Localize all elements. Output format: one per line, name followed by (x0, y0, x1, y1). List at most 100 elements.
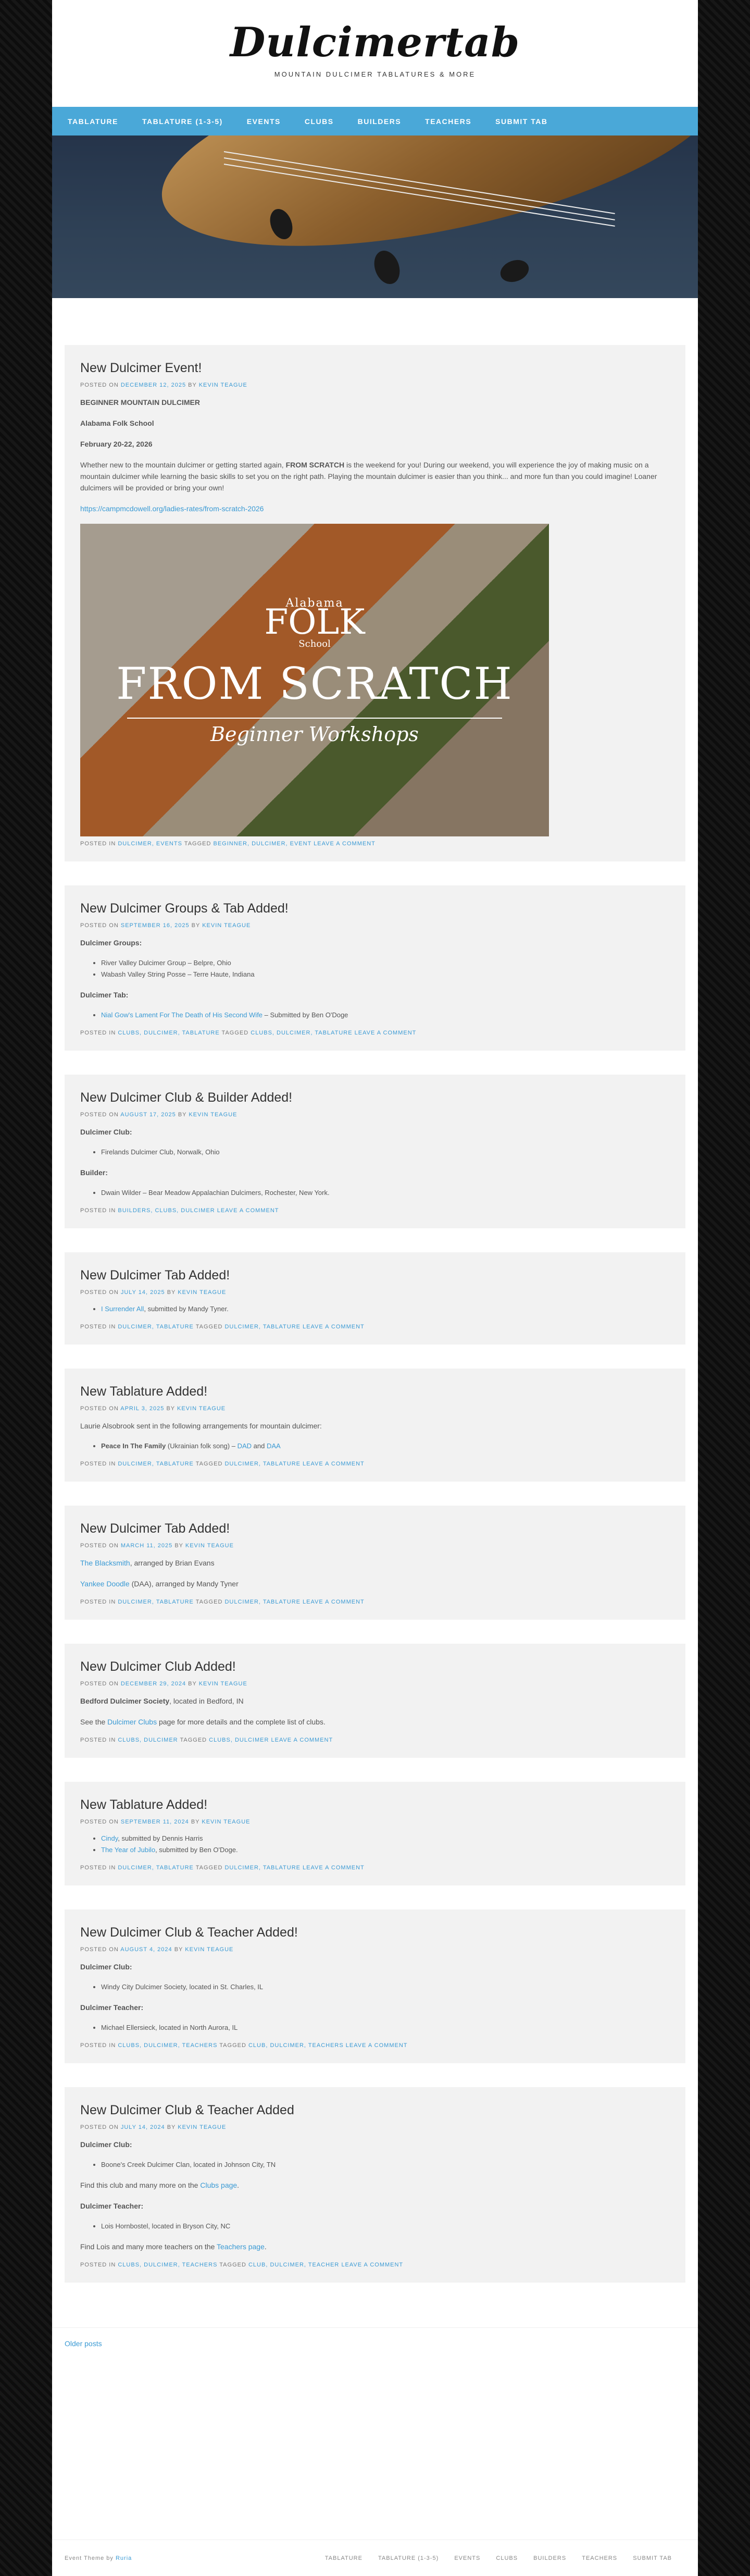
tab-link-daa[interactable]: DAA (267, 1442, 281, 1450)
footer-nav-teachers[interactable]: TEACHERS (582, 2555, 617, 2561)
leave-comment-link[interactable]: LEAVE A COMMENT (303, 1461, 365, 1467)
post-date[interactable]: MARCH 11, 2025 (121, 1543, 172, 1549)
post-meta: POSTED ON JULY 14, 2025 BY KEVIN TEAGUE (80, 1289, 670, 1296)
post-date[interactable]: JULY 14, 2024 (121, 2124, 165, 2130)
footer-nav-tablature[interactable]: TABLATURE (325, 2555, 362, 2561)
post-date[interactable]: SEPTEMBER 11, 2024 (121, 1819, 189, 1825)
post-tags[interactable]: BEGINNER, DULCIMER, EVENT (214, 841, 312, 847)
post-author[interactable]: KEVIN TEAGUE (177, 1406, 226, 1412)
post-title[interactable]: New Dulcimer Club & Builder Added! (80, 1090, 670, 1105)
leave-comment-link[interactable]: LEAVE A COMMENT (303, 1324, 365, 1330)
event-date: February 20-22, 2026 (80, 440, 153, 448)
post-title[interactable]: New Dulcimer Club Added! (80, 1659, 670, 1674)
footer-label: TAGGED (195, 1461, 223, 1467)
post-date[interactable]: SEPTEMBER 16, 2025 (121, 922, 190, 929)
older-posts-link[interactable]: Older posts (65, 2339, 102, 2348)
post-tags[interactable]: CLUBS, DULCIMER, TABLATURE (251, 1030, 352, 1036)
post-date[interactable]: AUGUST 4, 2024 (120, 1946, 172, 1953)
post-author[interactable]: KEVIN TEAGUE (185, 1543, 234, 1549)
post-tags[interactable]: CLUBS, DULCIMER (209, 1737, 269, 1743)
post-author[interactable]: KEVIN TEAGUE (202, 1819, 250, 1825)
post-categories[interactable]: CLUBS, DULCIMER, TABLATURE (118, 1030, 219, 1036)
post-author[interactable]: KEVIN TEAGUE (202, 922, 251, 929)
post-author[interactable]: KEVIN TEAGUE (189, 1112, 237, 1118)
post-categories[interactable]: DULCIMER, TABLATURE (118, 1324, 194, 1330)
post-title[interactable]: New Dulcimer Club & Teacher Added! (80, 1925, 670, 1940)
post-author[interactable]: KEVIN TEAGUE (178, 2124, 226, 2130)
tab-link[interactable]: I Surrender All (101, 1305, 144, 1313)
post-title[interactable]: New Tablature Added! (80, 1797, 670, 1813)
post-categories[interactable]: DULCIMER, EVENTS (118, 841, 182, 847)
post-date[interactable]: AUGUST 17, 2025 (120, 1112, 176, 1118)
nav-clubs[interactable]: CLUBS (305, 117, 334, 126)
post-title[interactable]: New Tablature Added! (80, 1384, 670, 1399)
post-date[interactable]: APRIL 3, 2025 (120, 1406, 164, 1412)
leave-comment-link[interactable]: LEAVE A COMMENT (217, 1207, 279, 1214)
post-author[interactable]: KEVIN TEAGUE (199, 1681, 247, 1687)
leave-comment-link[interactable]: LEAVE A COMMENT (303, 1599, 365, 1605)
credit-link[interactable]: Ruria (116, 2555, 132, 2561)
leave-comment-link[interactable]: LEAVE A COMMENT (314, 841, 376, 847)
footer-label: POSTED IN (80, 1324, 116, 1330)
post-title[interactable]: New Dulcimer Event! (80, 361, 670, 376)
post-title[interactable]: New Dulcimer Club & Teacher Added (80, 2103, 670, 2118)
post-categories[interactable]: CLUBS, DULCIMER (118, 1737, 178, 1743)
post-tags[interactable]: DULCIMER, TABLATURE (224, 1324, 301, 1330)
tab-link[interactable]: Nial Gow's Lament For The Death of His S… (101, 1011, 262, 1019)
from-scratch-image[interactable]: Alabama FOLK School FROM SCRATCH Beginne… (80, 524, 549, 836)
clubs-page-link[interactable]: Dulcimer Clubs (107, 1718, 157, 1726)
footer-nav-events[interactable]: EVENTS (454, 2555, 480, 2561)
post-title[interactable]: New Dulcimer Tab Added! (80, 1521, 670, 1536)
post-categories[interactable]: CLUBS, DULCIMER, TEACHERS (118, 2042, 217, 2049)
post-date[interactable]: DECEMBER 12, 2025 (121, 382, 186, 388)
image-divider (127, 718, 502, 719)
post-tags[interactable]: DULCIMER, TABLATURE (224, 1599, 301, 1605)
leave-comment-link[interactable]: LEAVE A COMMENT (303, 1865, 365, 1871)
nav-tablature-135[interactable]: TABLATURE (1-3-5) (142, 117, 223, 126)
post-meta: POSTED ON JULY 14, 2024 BY KEVIN TEAGUE (80, 2124, 670, 2130)
post-tags[interactable]: DULCIMER, TABLATURE (224, 1865, 301, 1871)
footer-nav-tablature-135[interactable]: TABLATURE (1-3-5) (378, 2555, 439, 2561)
post-categories[interactable]: DULCIMER, TABLATURE (118, 1865, 194, 1871)
clubs-page-link[interactable]: Clubs page (200, 2181, 237, 2189)
footer-label: TAGGED (184, 841, 211, 847)
leave-comment-link[interactable]: LEAVE A COMMENT (341, 2262, 403, 2268)
post-title[interactable]: New Dulcimer Tab Added! (80, 1268, 670, 1283)
nav-submit-tab[interactable]: SUBMIT TAB (495, 117, 547, 126)
meta-by: BY (188, 382, 197, 388)
tab-link[interactable]: Cindy (101, 1834, 118, 1842)
post-categories[interactable]: BUILDERS, CLUBS, DULCIMER (118, 1207, 215, 1214)
leave-comment-link[interactable]: LEAVE A COMMENT (355, 1030, 417, 1036)
post-date[interactable]: JULY 14, 2025 (121, 1289, 165, 1296)
site-header: Dulcimertab MOUNTAIN DULCIMER TABLATURES… (52, 0, 698, 107)
nav-tablature[interactable]: TABLATURE (68, 117, 118, 126)
footer-nav-builders[interactable]: BUILDERS (533, 2555, 566, 2561)
nav-teachers[interactable]: TEACHERS (425, 117, 471, 126)
post-author[interactable]: KEVIN TEAGUE (178, 1289, 226, 1296)
post-author[interactable]: KEVIN TEAGUE (185, 1946, 233, 1953)
post-categories[interactable]: DULCIMER, TABLATURE (118, 1599, 194, 1605)
tab-link[interactable]: The Year of Jubilo (101, 1846, 155, 1854)
nav-builders[interactable]: BUILDERS (358, 117, 402, 126)
post-tags[interactable]: DULCIMER, TABLATURE (224, 1461, 301, 1467)
post-author[interactable]: KEVIN TEAGUE (199, 382, 247, 388)
post-tags[interactable]: CLUB, DULCIMER, TEACHER (248, 2262, 339, 2268)
footer-label: TAGGED (195, 1324, 223, 1330)
footer-nav-clubs[interactable]: CLUBS (496, 2555, 518, 2561)
footer-nav-submit-tab[interactable]: SUBMIT TAB (633, 2555, 672, 2561)
event-link[interactable]: https://campmcdowell.org/ladies-rates/fr… (80, 504, 264, 513)
teachers-page-link[interactable]: Teachers page (217, 2242, 265, 2251)
post-title[interactable]: New Dulcimer Groups & Tab Added! (80, 901, 670, 916)
tab-link-dad[interactable]: DAD (238, 1442, 252, 1450)
leave-comment-link[interactable]: LEAVE A COMMENT (271, 1737, 333, 1743)
post-categories[interactable]: DULCIMER, TABLATURE (118, 1461, 194, 1467)
post-tags[interactable]: CLUB, DULCIMER, TEACHERS (248, 2042, 344, 2049)
tab-link[interactable]: Yankee Doodle (80, 1580, 130, 1588)
leave-comment-link[interactable]: LEAVE A COMMENT (346, 2042, 408, 2049)
post-date[interactable]: DECEMBER 29, 2024 (121, 1681, 186, 1687)
tab-link[interactable]: The Blacksmith (80, 1559, 130, 1567)
post-categories[interactable]: CLUBS, DULCIMER, TEACHERS (118, 2262, 217, 2268)
site-title[interactable]: Dulcimertab (230, 19, 520, 66)
list-item: Lois Hornbostel, located in Bryson City,… (101, 2221, 670, 2232)
nav-events[interactable]: EVENTS (247, 117, 281, 126)
